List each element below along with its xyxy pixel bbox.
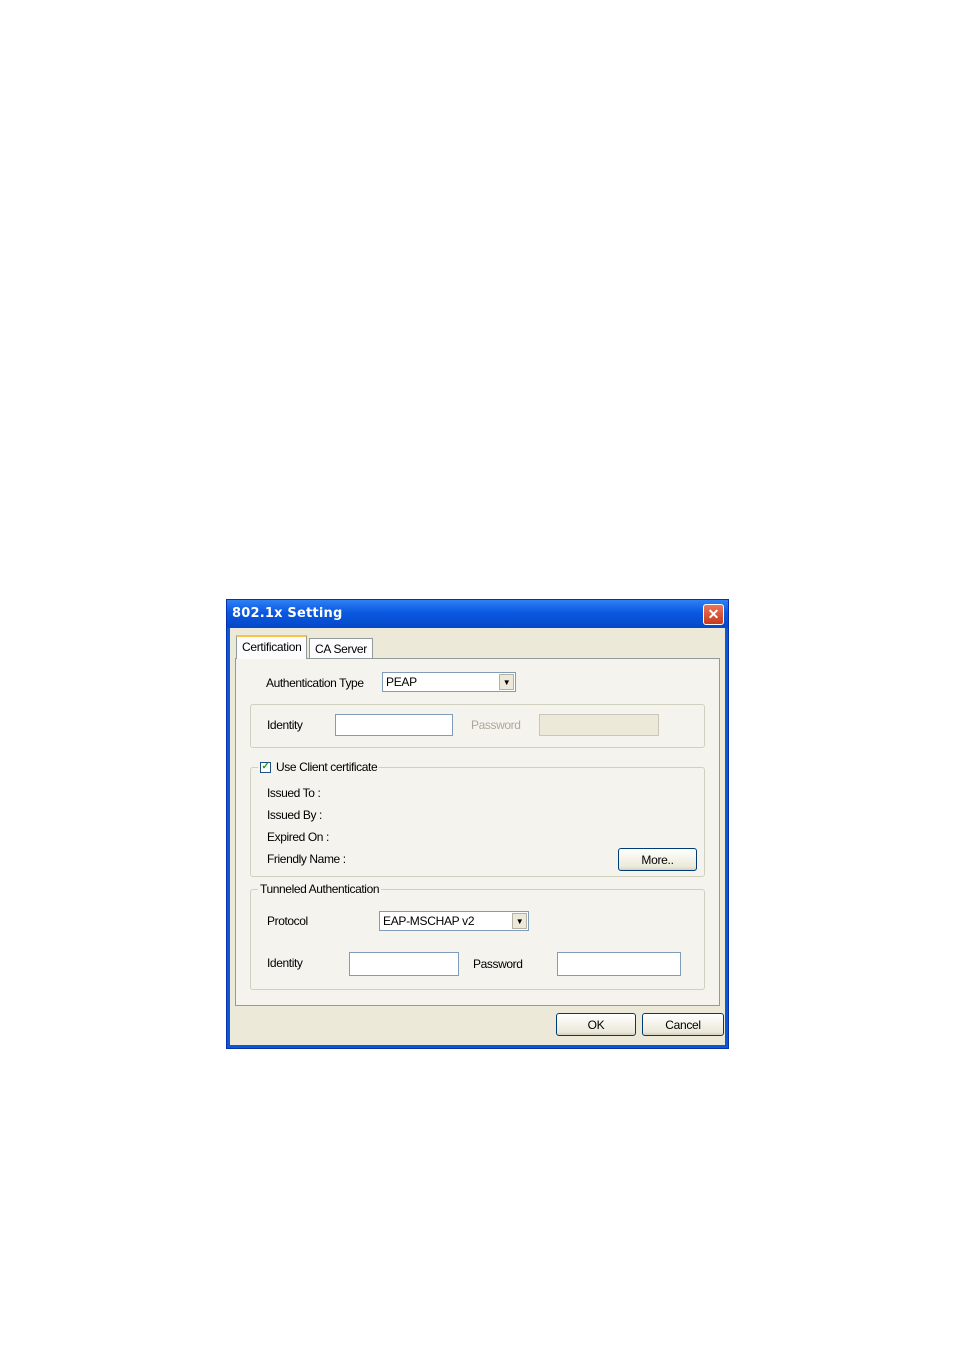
friendly-name-label: Friendly Name : [267,852,346,866]
dialog-client-area: Certification CA Server Authentication T… [230,628,725,1045]
issued-to-label: Issued To : [267,786,321,800]
expired-on-label: Expired On : [267,830,329,844]
title-bar[interactable]: 802.1x Setting ✕ [227,600,728,628]
close-icon: ✕ [707,606,720,622]
ok-button[interactable]: OK [556,1013,636,1036]
tunneled-identity-label: Identity [267,956,303,970]
tab-certification[interactable]: Certification [236,635,308,659]
issued-by-label: Issued By : [267,808,322,822]
authentication-type-value: PEAP [386,675,417,689]
tab-ca-server[interactable]: CA Server [309,638,373,658]
use-client-certificate-checkbox[interactable]: ✓ [260,761,271,773]
authentication-type-label: Authentication Type [266,676,364,690]
protocol-value: EAP-MSCHAP v2 [383,914,475,928]
tunneled-password-label: Password [473,957,523,971]
close-button[interactable]: ✕ [703,604,724,625]
protocol-label: Protocol [267,914,308,928]
use-client-certificate[interactable]: ✓ Use Client certificate [258,760,380,774]
cancel-button[interactable]: Cancel [642,1013,724,1036]
authentication-type-select[interactable]: PEAP ▼ [382,672,516,692]
password-input-disabled [539,714,659,736]
window-title: 802.1x Setting [232,606,343,621]
chevron-down-icon[interactable]: ▼ [512,913,527,929]
chevron-down-icon[interactable]: ▼ [499,674,514,690]
dialog-window: 802.1x Setting ✕ Certification CA Server… [226,599,729,1049]
use-client-certificate-label: Use Client certificate [276,760,378,774]
more-button[interactable]: More.. [618,848,697,871]
tunneled-authentication-legend: Tunneled Authentication [258,882,382,896]
identity-group: Identity Password [250,704,705,748]
tunneled-password-input[interactable] [557,952,681,976]
protocol-select[interactable]: EAP-MSCHAP v2 ▼ [379,911,529,931]
client-certificate-group: ✓ Use Client certificate Issued To : Iss… [250,760,705,877]
tab-certification-label: Certification [242,640,302,654]
tunneled-authentication-group: Tunneled Authentication Protocol EAP-MSC… [250,882,705,990]
password-label: Password [471,718,521,732]
certification-tab-panel: Authentication Type PEAP ▼ Identity Pass… [235,658,720,1006]
identity-input[interactable] [335,714,453,736]
identity-label: Identity [267,718,303,732]
tab-ca-server-label: CA Server [315,642,367,656]
tunneled-identity-input[interactable] [349,952,459,976]
checkmark-icon: ✓ [261,761,270,772]
